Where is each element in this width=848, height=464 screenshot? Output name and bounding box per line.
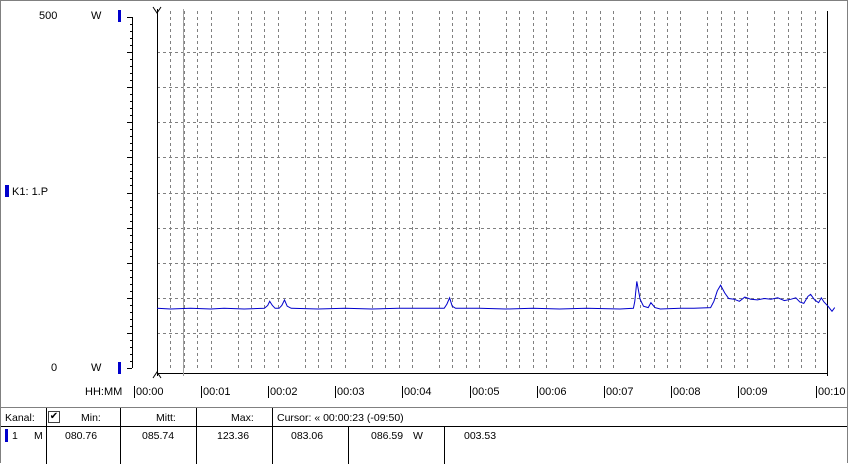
row-channel: 1 xyxy=(12,430,18,442)
time-tick-label: 00:05 xyxy=(470,386,500,398)
time-tick-label: 00:08 xyxy=(671,386,701,398)
row-cursor-value: 083.06 xyxy=(291,430,324,442)
time-tick-label: 00:07 xyxy=(604,386,634,398)
grid-lines xyxy=(157,11,828,368)
time-tick-label: 00:01 xyxy=(201,386,231,398)
time-tick-label: 00:04 xyxy=(402,386,432,398)
kanal-header: Kanal: xyxy=(5,412,35,424)
max-header: Max: xyxy=(231,412,254,424)
time-tick-label: 00:10 xyxy=(816,386,846,398)
row-delta: 003.53 xyxy=(464,430,497,442)
time-tick-label: 00:09 xyxy=(738,386,768,398)
row-mitt: 085.74 xyxy=(142,430,175,442)
series-line-channel-1 xyxy=(156,281,836,313)
stats-panel: Kanal: ✔ Min: Mitt: Max: Cursor: « 00:00… xyxy=(1,407,847,464)
cursor-header: Cursor: « 00:00:23 (-09:50) xyxy=(277,412,404,424)
row-cursor-value-2: 086.59 xyxy=(371,430,404,442)
row-mode: M xyxy=(34,430,43,442)
y-axis-ticks xyxy=(127,17,133,369)
channel-checkbox[interactable]: ✔ xyxy=(48,411,60,423)
time-tick-label: 00:00 xyxy=(134,386,164,398)
time-tick-label: 00:03 xyxy=(335,386,365,398)
mitt-header: Mitt: xyxy=(156,412,176,424)
plot-area[interactable] xyxy=(1,1,847,406)
row-min: 080.76 xyxy=(65,430,98,442)
row-color-marker xyxy=(5,429,8,442)
chart-window: 500 W 0 W K1: 1.P HH:MM 00:00 00:01 00:02 0… xyxy=(0,0,848,464)
axis-lines xyxy=(157,9,828,376)
time-tick-label: 00:02 xyxy=(268,386,298,398)
row-unit: W xyxy=(413,430,423,442)
min-header: Min: xyxy=(81,412,101,424)
time-axis-label: HH:MM xyxy=(85,386,123,398)
time-tick-label: 00:06 xyxy=(537,386,567,398)
stats-divider xyxy=(1,426,847,427)
row-max: 123.36 xyxy=(217,430,250,442)
